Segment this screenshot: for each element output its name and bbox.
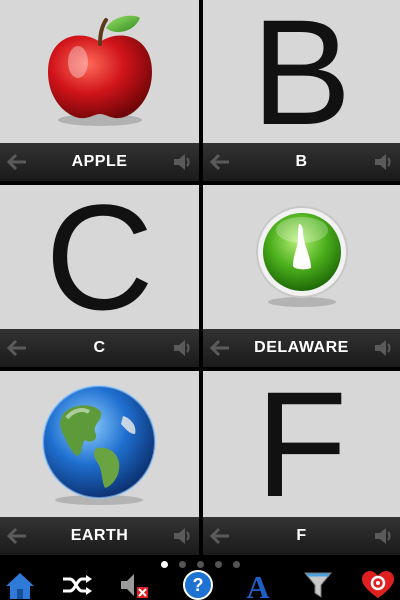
card-f[interactable]: F F	[203, 371, 400, 555]
card-label: C	[93, 339, 106, 356]
letter-glyph: F	[255, 371, 348, 528]
card-delaware[interactable]: DELAWARE	[203, 185, 400, 367]
svg-text:?: ?	[193, 575, 204, 595]
font-icon: A	[246, 570, 269, 600]
delaware-state-icon	[255, 206, 348, 307]
page-dot[interactable]	[232, 560, 240, 568]
card-art: F	[203, 371, 400, 528]
page-dot[interactable]	[178, 560, 186, 568]
speaker-icon[interactable]	[372, 525, 394, 547]
flashcard-grid: APPLE B B C C DELAWARE EARTH F F	[0, 0, 400, 560]
card-label-bar: F	[203, 517, 400, 555]
card-art	[0, 0, 199, 143]
sound-off-icon	[121, 574, 148, 598]
card-label: DELAWARE	[254, 339, 349, 356]
sound-toggle-button[interactable]	[114, 570, 154, 600]
card-art: B	[203, 0, 400, 147]
card-label: F	[296, 527, 307, 544]
letter-glyph: C	[45, 185, 154, 341]
help-icon: ?	[183, 570, 213, 600]
back-arrow-icon[interactable]	[6, 338, 28, 358]
card-label: EARTH	[70, 527, 129, 544]
card-label-bar: B	[203, 143, 400, 181]
speaker-icon[interactable]	[372, 151, 394, 173]
shuffle-icon	[63, 575, 92, 595]
filter-button[interactable]	[298, 570, 338, 600]
home-icon	[6, 573, 34, 599]
back-arrow-icon[interactable]	[6, 152, 28, 172]
svg-text:A: A	[246, 570, 269, 600]
card-label-bar: DELAWARE	[203, 329, 400, 367]
heart-settings-icon	[362, 571, 394, 598]
bottom-toolbar: ? A	[0, 570, 400, 600]
page-dot[interactable]	[214, 560, 222, 568]
card-label: B	[295, 153, 308, 170]
filter-icon	[303, 572, 333, 598]
card-label: APPLE	[71, 153, 128, 170]
back-arrow-icon[interactable]	[209, 338, 231, 358]
card-label-bar: EARTH	[0, 517, 199, 555]
speaker-icon[interactable]	[171, 151, 193, 173]
page-dot[interactable]	[160, 560, 168, 568]
card-label-bar: APPLE	[0, 143, 199, 181]
speaker-icon[interactable]	[171, 337, 193, 359]
letter-glyph: B	[251, 0, 352, 156]
apple-icon	[47, 15, 152, 126]
shuffle-button[interactable]	[57, 570, 97, 600]
favorites-settings-button[interactable]	[358, 570, 398, 600]
card-apple[interactable]: APPLE	[0, 0, 199, 181]
earth-globe-icon	[42, 384, 156, 505]
speaker-icon[interactable]	[372, 337, 394, 359]
page-indicator[interactable]	[0, 558, 400, 570]
back-arrow-icon[interactable]	[6, 526, 28, 546]
help-button[interactable]: ?	[178, 570, 218, 600]
back-arrow-icon[interactable]	[209, 152, 231, 172]
card-b[interactable]: B B	[203, 0, 400, 181]
back-arrow-icon[interactable]	[209, 526, 231, 546]
home-button[interactable]	[0, 570, 40, 600]
card-art	[0, 371, 199, 517]
speaker-icon[interactable]	[171, 525, 193, 547]
page-dot[interactable]	[196, 560, 204, 568]
card-earth[interactable]: EARTH	[0, 371, 199, 555]
card-art	[203, 185, 400, 329]
card-c[interactable]: C C	[0, 185, 199, 367]
font-button[interactable]: A	[238, 570, 278, 600]
card-label-bar: C	[0, 329, 199, 367]
card-art: C	[0, 185, 199, 341]
